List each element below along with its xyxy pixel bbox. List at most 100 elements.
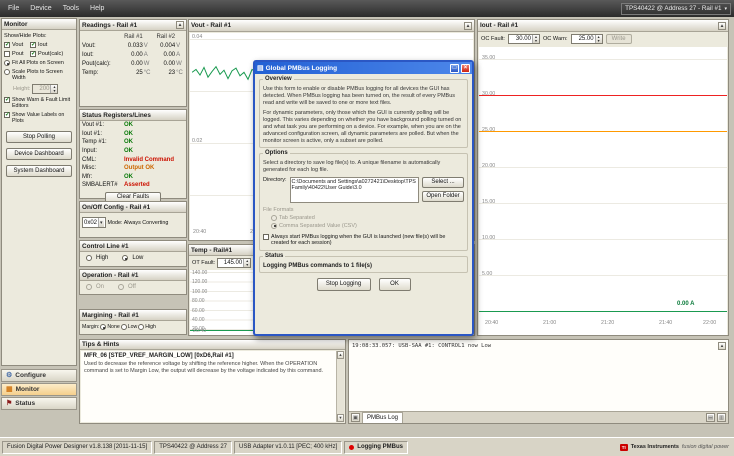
margin-high-radio[interactable] — [138, 324, 144, 330]
close-icon[interactable]: × — [461, 64, 470, 73]
scale-plots-radio[interactable] — [4, 69, 10, 75]
tips-scrollbar[interactable]: ▲ ▼ — [336, 351, 344, 422]
ti-logo-icon: TI — [620, 444, 628, 451]
show-warn-fault-checkbox[interactable] — [4, 97, 10, 103]
y-axis-label: 10.00 — [482, 235, 495, 241]
y-axis-label: 40.00 — [192, 317, 205, 323]
y-axis-label: 140.00 — [192, 270, 207, 276]
collapse-icon[interactable]: ▴ — [718, 342, 726, 350]
status-value: Output OK — [124, 165, 184, 171]
monitor-sidebar-header: Monitor — [2, 19, 76, 30]
status-registers-title: Status Registers/Lines — [82, 112, 151, 119]
clipboard-icon[interactable]: ▣ — [351, 413, 360, 422]
margin-low-radio[interactable] — [121, 324, 127, 330]
collapse-icon[interactable]: ▴ — [718, 22, 726, 30]
table-row: Pout(calc): 0.00 W 0.00 W — [82, 59, 184, 68]
margining-title: Margining - Rail #1 — [82, 312, 139, 319]
iout-plot-area: 35.00 30.00 25.00 20.00 15.00 10.00 5.00… — [479, 47, 727, 335]
ok-button[interactable]: OK — [379, 278, 411, 291]
show-value-labels-checkbox[interactable] — [4, 112, 10, 118]
margin-label: Margin: — [82, 324, 99, 330]
system-dashboard-button[interactable]: System Dashboard — [6, 165, 72, 177]
device-selector-label: TPS40422 @ Address 27 - Rail #1 — [625, 5, 721, 12]
status-row: CML:Invalid Command — [80, 155, 186, 164]
select-directory-button[interactable]: Select ... — [422, 177, 464, 188]
menu-device[interactable]: Device — [25, 4, 56, 13]
status-value: OK — [124, 174, 184, 180]
log-entry: 19:08:33.057: USB-SAA #1: CONTROL1 now L… — [352, 343, 491, 349]
tips-body: Used to decrease the reference voltage b… — [84, 361, 333, 374]
stop-logging-button[interactable]: Stop Logging — [317, 278, 371, 291]
stepper-arrows-icon[interactable]: ▲▼ — [50, 85, 57, 93]
control-line-header: Control Line #1 — [80, 241, 186, 252]
nav-monitor[interactable]: ▦ Monitor — [1, 383, 77, 396]
oc-warn-stepper[interactable]: 25.00 ▲▼ — [571, 34, 603, 44]
status-bar: Fusion Digital Power Designer v1.8.138 [… — [0, 437, 734, 456]
directory-input[interactable]: C:\Documents and Settings\a0272421\Deskt… — [290, 177, 419, 203]
collapse-icon[interactable]: ▴ — [176, 21, 184, 29]
logging-status-text: Logging PMBus commands to 1 file(s) — [263, 263, 464, 269]
table-row: Vout: 0.033 V 0.004 V — [82, 41, 184, 50]
status-label: Input: — [82, 148, 124, 154]
ot-fault-stepper[interactable]: 145.00 ▲▼ — [217, 258, 251, 268]
csv-radio[interactable] — [271, 223, 277, 229]
fit-all-plots-radio[interactable] — [4, 60, 10, 66]
scroll-down-icon[interactable]: ▼ — [337, 414, 344, 422]
open-folder-button[interactable]: Open Folder — [422, 191, 464, 202]
nav-configure[interactable]: ⚙ Configure — [1, 369, 77, 382]
status-row: Input:OK — [80, 147, 186, 156]
stepper-arrows-icon[interactable]: ▲▼ — [595, 35, 602, 43]
log-tabstrip: ▣ PMBus Log ▤ ▥ — [349, 411, 728, 423]
device-dashboard-button[interactable]: Device Dashboard — [6, 148, 72, 160]
onoff-config-select[interactable]: 0x02 ▾ — [82, 217, 106, 228]
control-low-radio[interactable] — [122, 255, 128, 261]
oc-fault-value: 30.00 — [509, 36, 532, 42]
menu-tools[interactable]: Tools — [58, 4, 84, 13]
ot-fault-label: OT Fault: — [192, 260, 215, 266]
x-axis-label: 21:00 — [543, 320, 556, 326]
pout-plot-checkbox[interactable] — [4, 51, 10, 57]
oc-fault-stepper[interactable]: 30.00 ▲▼ — [508, 34, 540, 44]
y-axis-label: 120.00 — [192, 279, 207, 285]
reading-value: 25 — [117, 70, 142, 76]
logging-status[interactable]: Logging PMBus — [344, 441, 408, 454]
status-label: Misc: — [82, 165, 124, 171]
adapter-status: USB Adapter v1.0.11 [PEC; 400 kHz] — [234, 441, 342, 454]
oc-fault-label: OC Fault: — [481, 36, 505, 42]
stop-polling-button[interactable]: Stop Polling — [6, 131, 72, 143]
margin-none-radio[interactable] — [100, 324, 106, 330]
reading-unit: W — [143, 61, 152, 67]
operation-on-radio[interactable] — [86, 284, 92, 290]
stepper-arrows-icon[interactable]: ▲▼ — [532, 35, 539, 43]
tab-pmbus-log-label: PMBus Log — [367, 415, 398, 421]
height-stepper[interactable]: 200 ▲▼ — [32, 84, 58, 94]
collapse-icon[interactable]: ▴ — [464, 22, 472, 30]
tab-pmbus-log[interactable]: PMBus Log — [362, 412, 403, 423]
reading-unit: °C — [143, 70, 152, 76]
autostart-logging-checkbox[interactable] — [263, 234, 269, 240]
nav-monitor-label: Monitor — [16, 386, 40, 393]
control-high-radio[interactable] — [86, 255, 92, 261]
control-line-panel: Control Line #1 High Low — [79, 240, 187, 267]
iout-plot-panel: Iout - Rail #1 ▴ OC Fault: 30.00 ▲▼ OC W… — [477, 19, 729, 336]
menu-help[interactable]: Help — [85, 4, 109, 13]
menu-file[interactable]: File — [3, 4, 24, 13]
stepper-arrows-icon[interactable]: ▲▼ — [243, 259, 250, 267]
tab-separated-radio[interactable] — [271, 215, 277, 221]
scroll-up-icon[interactable]: ▲ — [337, 351, 344, 359]
write-button[interactable]: Write — [606, 34, 632, 44]
y-axis-label: 20.00 — [482, 163, 495, 169]
device-selector[interactable]: TPS40422 @ Address 27 - Rail #1 ▾ — [621, 3, 731, 15]
nav-status[interactable]: ⚑ Status — [1, 397, 77, 410]
iout-plot-checkbox[interactable] — [30, 42, 36, 48]
vout-plot-checkbox[interactable] — [4, 42, 10, 48]
restore-icon[interactable]: □ — [450, 64, 459, 73]
pout-plot-checkbox-label: Pout — [12, 51, 28, 57]
copy-log-icon[interactable]: ▤ — [706, 413, 715, 422]
pout-calc-plot-checkbox[interactable] — [30, 51, 36, 57]
operation-off-radio[interactable] — [118, 284, 124, 290]
dialog-titlebar[interactable]: ▤ Global PMBus Logging □ × — [255, 62, 472, 74]
margin-low-label: Low — [128, 324, 138, 330]
save-log-icon[interactable]: ▥ — [717, 413, 726, 422]
reading-unit: A — [143, 52, 152, 58]
